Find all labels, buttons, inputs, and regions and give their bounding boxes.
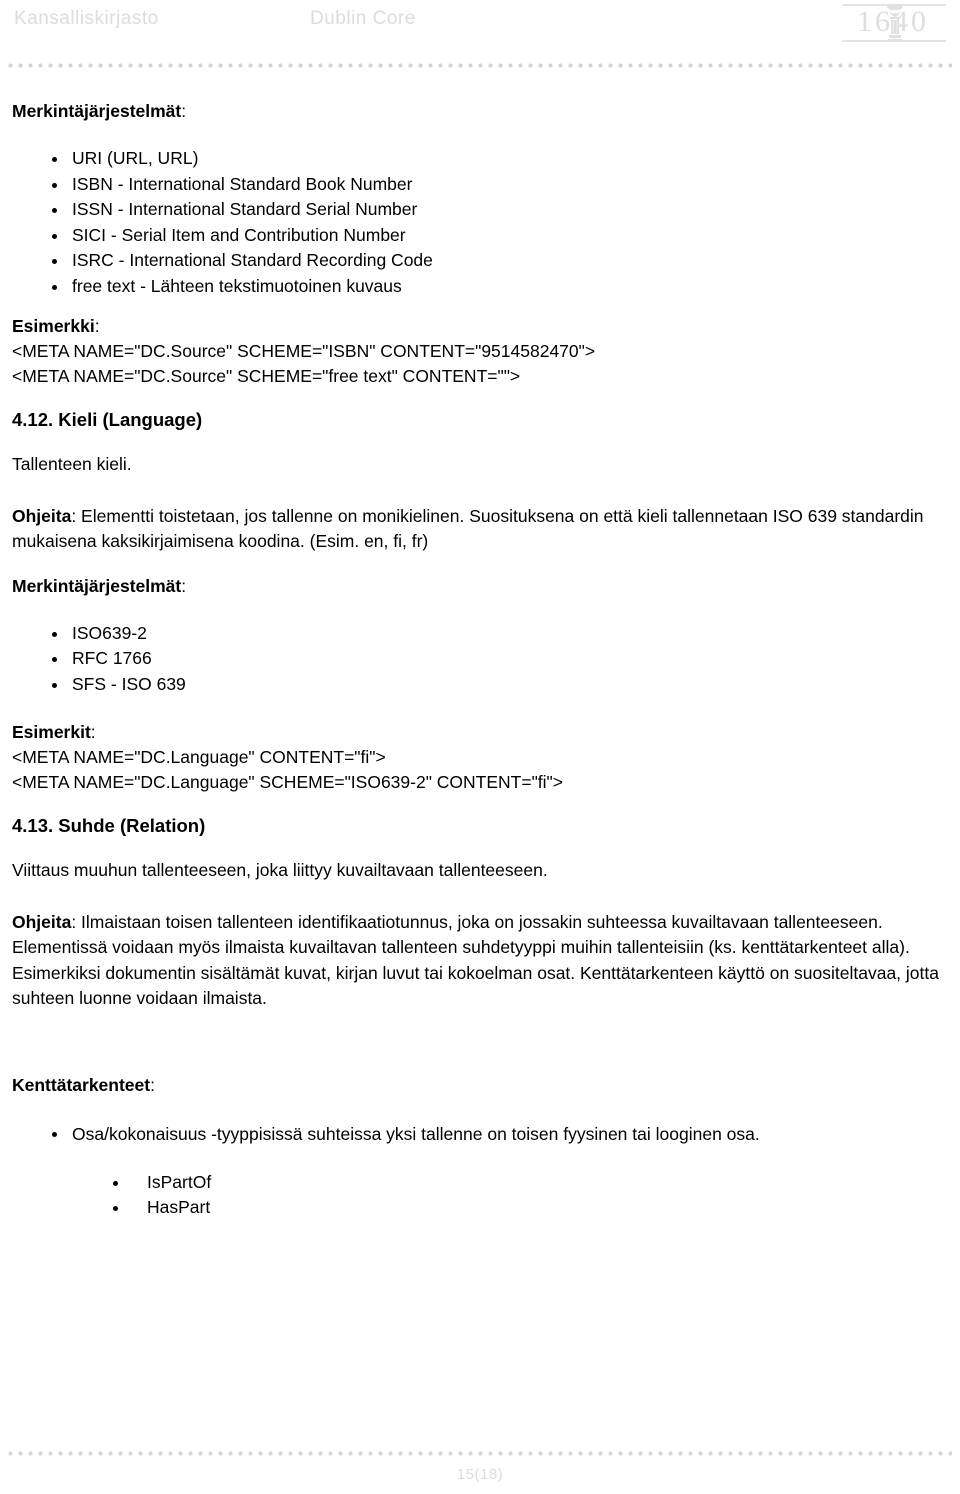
source-example-heading-colon: : xyxy=(94,316,100,336)
section-heading-relation: 4.13. Suhde (Relation) xyxy=(12,815,206,836)
language-guidance-text: : Elementti toistetaan, jos tallenne on … xyxy=(12,505,924,552)
language-schemes-heading-text: Merkintäjärjestelmät xyxy=(12,575,182,596)
language-example-heading-text: Esimerkit xyxy=(12,722,91,742)
source-example-line: <META NAME="DC.Source" SCHEME="ISBN" CON… xyxy=(12,341,596,361)
section-heading-language: 4.12. Kieli (Language) xyxy=(12,409,203,430)
list-item: SICI - Serial Item and Contribution Numb… xyxy=(12,223,948,249)
qualifiers-sublist: IsPartOf HasPart xyxy=(12,1170,948,1221)
list-item: SFS - ISO 639 xyxy=(12,672,948,698)
list-item: ISBN - International Standard Book Numbe… xyxy=(12,172,948,198)
source-schemes-list: URI (URL, URL) ISBN - International Stan… xyxy=(12,146,948,299)
language-example-heading: Esimerkit: xyxy=(12,719,948,745)
library-brand-name: Kansalliskirjasto xyxy=(14,8,159,29)
list-item: ISSN - International Standard Serial Num… xyxy=(12,197,948,223)
library-logo: 1640 xyxy=(834,2,952,44)
language-example-line: <META NAME="DC.Language" CONTENT="fi"> xyxy=(12,747,386,767)
list-item: Osa/kokonaisuus -tyyppisissä suhteissa y… xyxy=(12,1120,948,1148)
source-schemes-heading-colon: : xyxy=(181,101,187,121)
pillar-column-icon xyxy=(887,4,903,42)
qualifiers-heading: Kenttätarkenteet: xyxy=(12,1072,948,1098)
document-title: Dublin Core xyxy=(310,8,416,29)
page-number: 15(18) xyxy=(456,1466,504,1483)
source-example-line: <META NAME="DC.Source" SCHEME="free text… xyxy=(12,365,521,386)
relation-guidance: Ohjeita: Ilmaistaan toisen tallenteen id… xyxy=(12,910,948,1012)
relation-guidance-label: Ohjeita xyxy=(12,911,72,932)
source-example-heading: Esimerkki: xyxy=(12,313,948,339)
list-item: free text - Lähteen tekstimuotoinen kuva… xyxy=(12,274,948,300)
language-example-line: <META NAME="DC.Language" SCHEME="ISO639-… xyxy=(12,771,563,792)
language-schemes-heading: Merkintäjärjestelmät: xyxy=(12,573,948,599)
language-definition: Tallenteen kieli. xyxy=(12,454,132,474)
list-item: RFC 1766 xyxy=(12,646,948,672)
source-schemes-heading: Merkintäjärjestelmät: xyxy=(12,98,948,124)
qualifiers-heading-colon: : xyxy=(150,1074,155,1095)
page-content: Merkintäjärjestelmät: URI (URL, URL) ISB… xyxy=(12,98,948,1221)
list-item: ISO639-2 xyxy=(12,621,948,647)
list-item: IsPartOf xyxy=(12,1170,948,1196)
footer-dotted-separator xyxy=(8,1451,952,1456)
list-item: HasPart xyxy=(12,1195,948,1221)
qualifiers-list: Osa/kokonaisuus -tyyppisissä suhteissa y… xyxy=(12,1120,948,1148)
language-schemes-heading-colon: : xyxy=(181,575,187,596)
qualifiers-heading-text: Kenttätarkenteet xyxy=(12,1074,151,1095)
page-header: Kansalliskirjasto Dublin Core 1640 xyxy=(0,0,960,56)
source-example-heading-text: Esimerkki xyxy=(12,316,95,336)
relation-guidance-text: : Ilmaistaan toisen tallenteen identifik… xyxy=(12,911,939,1009)
list-item: ISRC - International Standard Recording … xyxy=(12,248,948,274)
source-schemes-heading-text: Merkintäjärjestelmät xyxy=(12,101,182,121)
language-guidance: Ohjeita: Elementti toistetaan, jos talle… xyxy=(12,504,948,555)
relation-definition: Viittaus muuhun tallenteeseen, joka liit… xyxy=(12,860,548,880)
list-item: URI (URL, URL) xyxy=(12,146,948,172)
language-schemes-list: ISO639-2 RFC 1766 SFS - ISO 639 xyxy=(12,621,948,698)
header-dotted-separator xyxy=(8,63,952,68)
language-example-heading-colon: : xyxy=(90,722,96,742)
language-guidance-label: Ohjeita xyxy=(12,505,72,526)
